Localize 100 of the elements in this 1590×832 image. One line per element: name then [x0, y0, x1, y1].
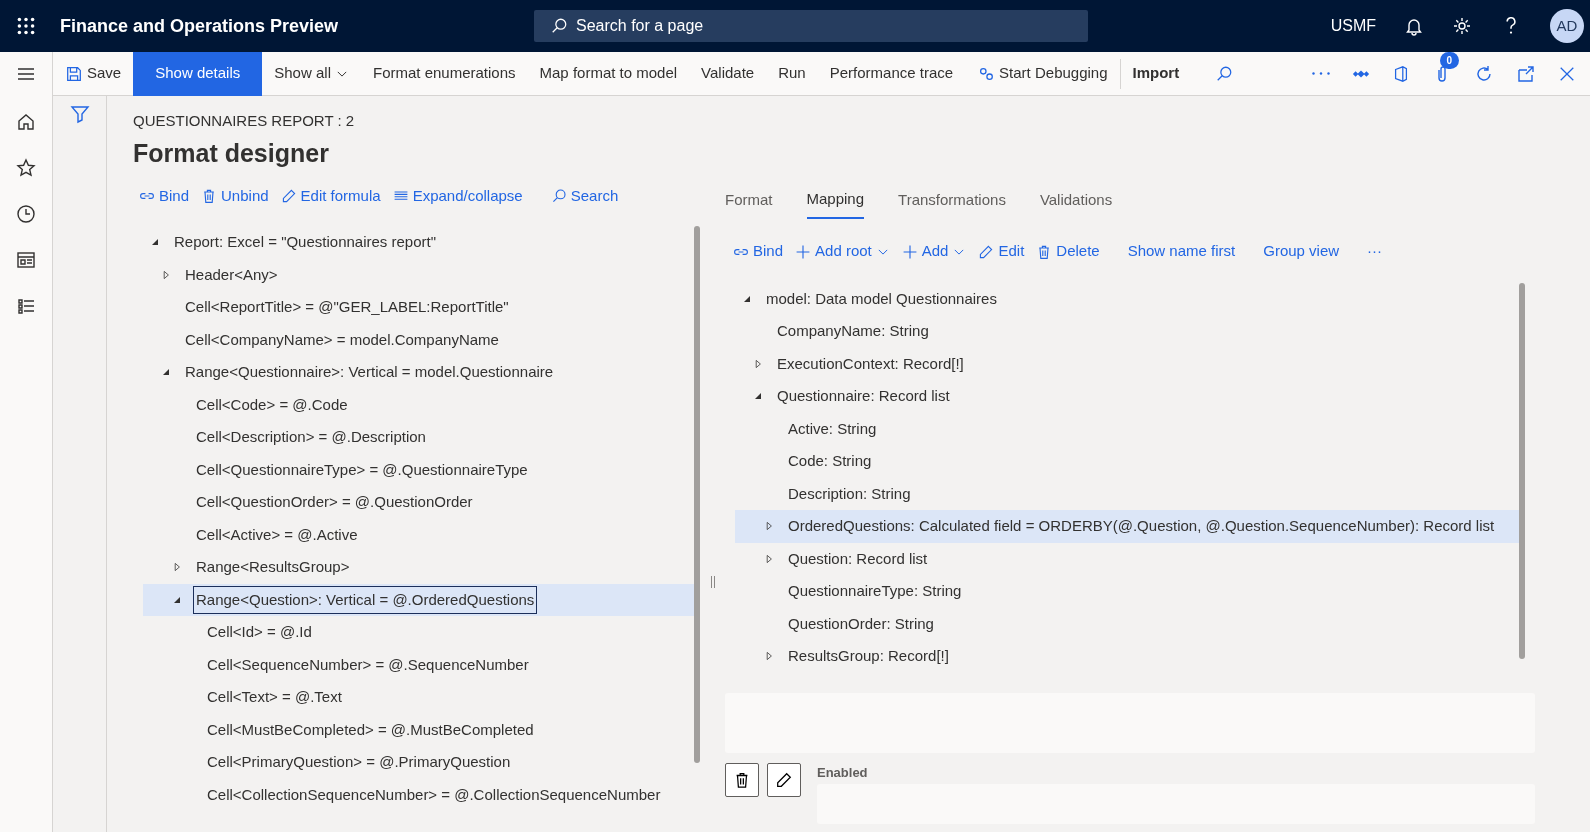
- tree-label: Cell<Description> = @.Description: [195, 427, 427, 447]
- tree-label: Question: Record list: [787, 548, 929, 569]
- tree-row[interactable]: Cell<Active> = @.Active: [143, 518, 694, 551]
- toolbar-button[interactable]: Show all: [262, 51, 361, 96]
- clock-icon: [16, 204, 36, 224]
- user-avatar[interactable]: AD: [1550, 9, 1584, 43]
- pencil-icon: [775, 770, 793, 789]
- tree-row[interactable]: Questionnaire: Record list: [735, 380, 1519, 413]
- toolbar-link[interactable]: Show name first: [1121, 240, 1242, 263]
- tree-label: Cell<MustBeCompleted> = @.MustBeCompleted: [206, 719, 535, 740]
- toolbar-link[interactable]: Unbind: [195, 184, 275, 208]
- tree-label: Cell<Active> = @.Active: [195, 524, 359, 545]
- tree-row[interactable]: Question: Record list: [735, 542, 1519, 575]
- tree-row[interactable]: Code: String: [735, 445, 1519, 478]
- tree-label: model: Data model Questionnaires: [765, 288, 998, 309]
- refresh-icon: [1474, 63, 1494, 84]
- splitter-handle[interactable]: [710, 576, 715, 588]
- toolbar-button[interactable]: Format enumerations: [360, 51, 528, 96]
- tree-row[interactable]: model: Data model Questionnaires: [735, 282, 1519, 315]
- toolbar-link[interactable]: Search: [544, 184, 625, 208]
- toolbar-button[interactable]: Save: [53, 51, 134, 96]
- tree-row[interactable]: Cell<Code> = @.Code: [143, 388, 694, 421]
- tree-row[interactable]: ResultsGroup: Record[!]: [735, 640, 1519, 673]
- breadcrumb: QUESTIONNAIRES REPORT : 2: [133, 111, 356, 131]
- tree-row[interactable]: Cell<Id> = @.Id: [143, 616, 694, 649]
- tree-label: Cell<QuestionnaireType> = @.QuestionnaireType: [195, 459, 529, 480]
- company-label[interactable]: USMF: [1330, 14, 1376, 38]
- star-icon: [16, 158, 36, 178]
- tree-row[interactable]: Report: Excel = "Questionnaires report": [143, 226, 694, 259]
- tree-label: Description: String: [787, 483, 912, 504]
- tree-label: CompanyName: String: [776, 321, 930, 341]
- toolbar-link[interactable]: Bind: [727, 240, 790, 263]
- delete-button[interactable]: [725, 762, 759, 797]
- tree-row[interactable]: Cell<ReportTitle> = @"GER_LABEL:ReportTitle": [143, 291, 694, 324]
- toolbar-link[interactable]: Edit: [972, 240, 1031, 263]
- toolbar-link[interactable]: Add: [895, 240, 973, 263]
- tab[interactable]: Mapping: [806, 182, 865, 219]
- tree-label: Cell<QuestionOrder> = @.QuestionOrder: [195, 492, 474, 512]
- toolbar-link[interactable]: Bind: [133, 184, 196, 208]
- more-button[interactable]: ···: [1361, 240, 1389, 263]
- toolbar-button[interactable]: Performance trace: [817, 51, 966, 96]
- more-icon[interactable]: [1312, 72, 1330, 75]
- app-launcher-icon: [15, 15, 37, 37]
- toolbar-button[interactable]: Start Debugging: [965, 51, 1120, 96]
- tree-label: Cell<ReportTitle> = @"GER_LABEL:ReportTitle": [184, 297, 510, 317]
- tree-row[interactable]: QuestionnaireType: String: [735, 575, 1519, 608]
- notifications-icon: [1404, 16, 1424, 36]
- search-icon: [1215, 64, 1234, 83]
- tree-label: QuestionOrder: String: [787, 613, 935, 634]
- toolbar-link[interactable]: Delete: [1030, 240, 1106, 263]
- tree-label: Cell<Id> = @.Id: [206, 622, 313, 642]
- tree-row[interactable]: Cell<SequenceNumber> = @.SequenceNumber: [143, 648, 694, 681]
- tree-label: ResultsGroup: Record[!]: [787, 646, 950, 666]
- workspace-icon: [16, 250, 36, 270]
- tree-row[interactable]: Cell<CollectionSequenceNumber> = @.CollectionSequenceNumber: [143, 778, 694, 811]
- toolbar-button[interactable]: Map format to model: [527, 51, 690, 96]
- tree-label: Active: String: [787, 418, 878, 439]
- tab[interactable]: Transformations: [898, 182, 1006, 219]
- tree-row[interactable]: QuestionOrder: String: [735, 607, 1519, 640]
- tree-row[interactable]: Cell<CompanyName> = model.CompanyName: [143, 323, 694, 356]
- tree-row[interactable]: Cell<QuestionOrder> = @.QuestionOrder: [143, 486, 694, 519]
- tree-label: Code: String: [787, 451, 873, 471]
- toolbar-link[interactable]: Edit formula: [274, 184, 387, 208]
- tree-row[interactable]: Cell<PrimaryQuestion> = @.PrimaryQuestion: [143, 746, 694, 779]
- tree-row[interactable]: Range<Questionnaire>: Vertical = model.Questionnaire: [143, 356, 694, 389]
- search-field[interactable]: Search for a page: [534, 10, 1088, 42]
- tree-row[interactable]: Header<Any>: [143, 258, 694, 291]
- plus-icon: [795, 243, 812, 260]
- tree-row[interactable]: Cell<MustBeCompleted> = @.MustBeCompleted: [143, 713, 694, 746]
- tab[interactable]: Format: [725, 182, 773, 219]
- tree-row[interactable]: Cell<QuestionnaireType> = @.QuestionnaireType: [143, 453, 694, 486]
- tree-row[interactable]: Range<ResultsGroup>: [143, 551, 694, 584]
- app-title: Finance and Operations Preview: [60, 14, 340, 38]
- tree-row[interactable]: CompanyName: String: [735, 315, 1519, 348]
- tree-label: Range<Questionnaire>: Vertical = model.Questionnaire: [184, 362, 555, 382]
- toolbar-button[interactable]: Import: [1120, 51, 1192, 96]
- tab[interactable]: Validations: [1039, 182, 1113, 219]
- toolbar-button[interactable]: Validate: [689, 51, 767, 96]
- toolbar-link[interactable]: Add root: [789, 240, 896, 263]
- tree-row[interactable]: Range<Question>: Vertical = @.OrderedQuestions: [143, 583, 694, 616]
- tree-row[interactable]: OrderedQuestions: Calculated field = ORDERBY(@.Question, @.Question.SequenceNumber): Record list: [735, 510, 1519, 543]
- tree-label: Questionnaire: Record list: [776, 386, 951, 406]
- toolbar-link[interactable]: Expand/collapse: [386, 184, 529, 208]
- edit-button[interactable]: [767, 762, 801, 797]
- tree-row[interactable]: Description: String: [735, 477, 1519, 510]
- tree-row[interactable]: Cell<Text> = @.Text: [143, 681, 694, 714]
- tree-row[interactable]: Cell<Description> = @.Description: [143, 421, 694, 454]
- pencil-icon: [280, 188, 297, 204]
- tree-label: ExecutionContext: Record[!]: [776, 353, 965, 374]
- field-label: Enabled: [817, 763, 869, 782]
- tree-label: Range<ResultsGroup>: [195, 557, 351, 577]
- toolbar-link[interactable]: Group view: [1257, 240, 1346, 263]
- popout-icon: [1516, 63, 1536, 84]
- toolbar-button[interactable]: Show details: [133, 51, 263, 96]
- tree-row[interactable]: ExecutionContext: Record[!]: [735, 347, 1519, 380]
- tree-label: Report: Excel = "Questionnaires report": [173, 232, 438, 252]
- tree-row[interactable]: Active: String: [735, 412, 1519, 445]
- filter-icon: [69, 104, 90, 124]
- toolbar-button[interactable]: Run: [766, 51, 818, 96]
- tree-label: Cell<Text> = @.Text: [206, 687, 343, 707]
